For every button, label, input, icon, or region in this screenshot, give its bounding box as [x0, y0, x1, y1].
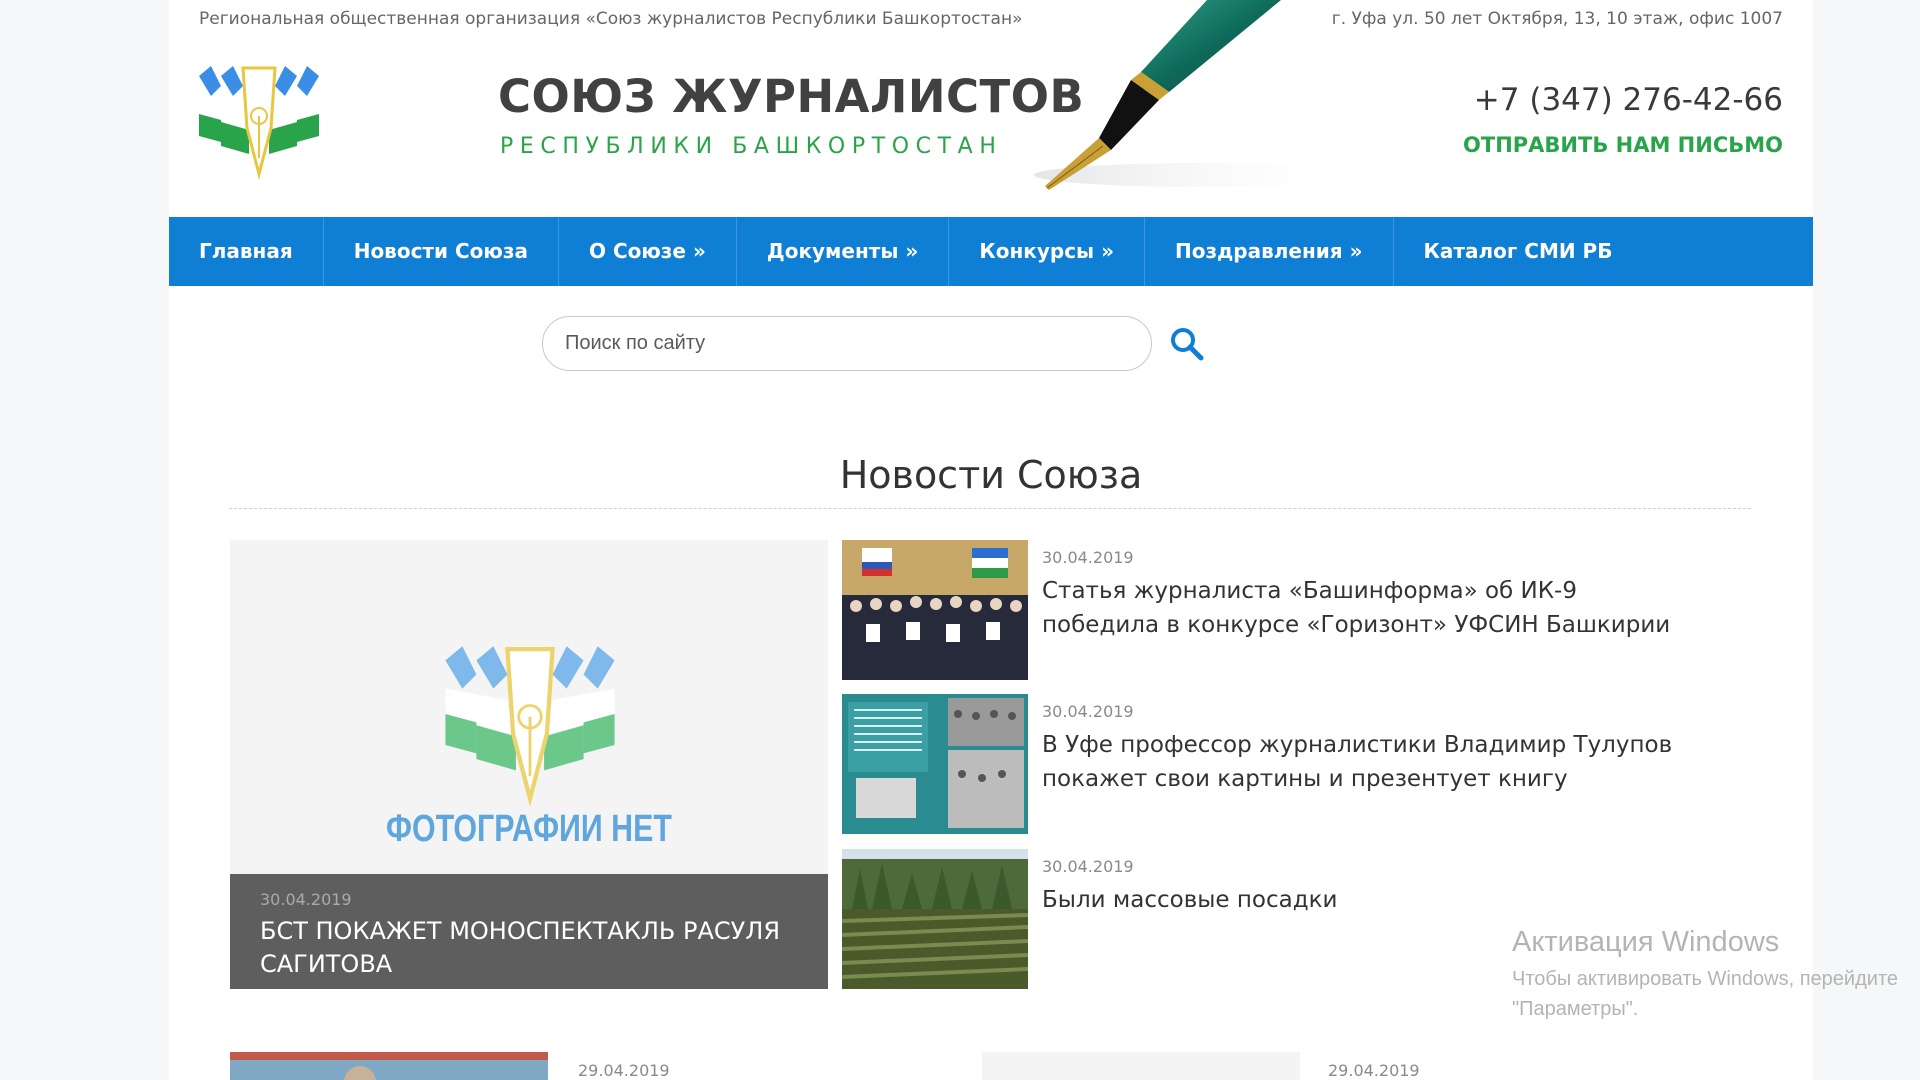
featured-date: 30.04.2019 [260, 890, 352, 909]
news-item[interactable]: 30.04.2019 В Уфе профессор журналистики … [842, 694, 1702, 834]
address: г. Уфа ул. 50 лет Октября, 13, 10 этаж, … [1331, 9, 1783, 29]
nav-item-contests[interactable]: Конкурсы » [949, 217, 1146, 286]
windows-activation-line: "Параметры". [1512, 998, 1639, 1020]
news-date: 30.04.2019 [1042, 548, 1134, 567]
nav-item-union-news[interactable]: Новости Союза [324, 217, 559, 286]
site-title: СОЮЗ ЖУРНАЛИСТОВ [498, 70, 1085, 123]
news-date: 30.04.2019 [1042, 857, 1134, 876]
section-title: Новости Союза [839, 453, 1143, 497]
news-date: 29.04.2019 [578, 1061, 670, 1080]
featured-caption: 30.04.2019 БСТ покажет моноспектакль Рас… [230, 874, 828, 989]
news-title[interactable]: Были массовые посадки [1042, 883, 1682, 917]
news-title[interactable]: Статья журналиста «Башинформа» об ИК-9 п… [1042, 574, 1682, 642]
no-photo-label: ФОТОГРАФИИ НЕТ [386, 808, 672, 850]
site-subtitle: РЕСПУБЛИКИ БАШКОРТОСТАН [500, 134, 1003, 159]
news-date: 30.04.2019 [1042, 702, 1134, 721]
org-name: Региональная общественная организация «С… [199, 9, 1023, 29]
section-divider [229, 508, 1751, 509]
news-item[interactable]: 30.04.2019 Статья журналиста «Башинформа… [842, 540, 1702, 680]
phone-number[interactable]: +7 (347) 276-42-66 [1474, 82, 1783, 118]
nav-item-media-catalog[interactable]: Каталог СМИ РБ [1394, 217, 1643, 286]
windows-activation-line: Чтобы активировать Windows, перейдите [1512, 968, 1898, 990]
nav-item-home[interactable]: Главная [169, 217, 324, 286]
site-logo[interactable] [199, 58, 319, 180]
main-nav: Главная Новости Союза О Союзе » Документ… [169, 217, 1813, 286]
news-thumbnail[interactable] [842, 849, 1028, 989]
featured-title[interactable]: БСТ покажет моноспектакль Расуля Сагитов… [260, 915, 798, 981]
site-header: Региональная общественная организация «С… [169, 0, 1813, 217]
windows-activation-title: Активация Windows [1512, 926, 1780, 958]
news-thumbnail[interactable] [982, 1052, 1300, 1080]
featured-news-card[interactable]: ФОТОГРАФИИ НЕТ 30.04.2019 БСТ покажет мо… [230, 540, 828, 989]
news-thumbnail[interactable] [842, 694, 1028, 834]
search-icon[interactable] [1169, 326, 1205, 362]
news-thumbnail[interactable] [230, 1052, 548, 1080]
search-input[interactable] [542, 316, 1152, 371]
news-title[interactable]: В Уфе профессор журналистики Владимир Ту… [1042, 728, 1682, 796]
send-letter-link[interactable]: ОТПРАВИТЬ НАМ ПИСЬМО [1463, 133, 1783, 157]
fountain-pen-image [1034, 0, 1374, 190]
page-container: Региональная общественная организация «С… [169, 0, 1813, 1080]
nav-item-documents[interactable]: Документы » [737, 217, 950, 286]
nav-item-congratulations[interactable]: Поздравления » [1145, 217, 1394, 286]
nav-item-about[interactable]: О Союзе » [559, 217, 737, 286]
news-thumbnail[interactable] [842, 540, 1028, 680]
news-date: 29.04.2019 [1328, 1061, 1420, 1080]
placeholder-logo-icon [445, 646, 615, 807]
